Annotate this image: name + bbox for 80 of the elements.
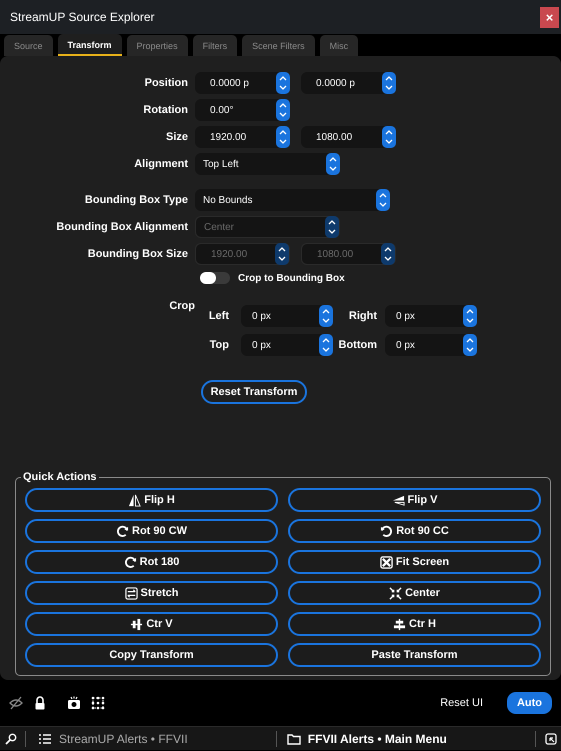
spin-field[interactable]: 0 px (241, 305, 333, 327)
spin-buttons[interactable] (382, 72, 396, 94)
spin-buttons[interactable] (382, 126, 396, 148)
field-label: Size (164, 131, 189, 143)
action-button[interactable]: Rot 90 CW (25, 519, 278, 543)
field-label: Bounding Box Size (86, 248, 189, 260)
action-button[interactable]: Paste Transform (288, 643, 541, 667)
field-label: Bottom (338, 339, 378, 351)
fit-screen-icon (380, 556, 393, 568)
tab[interactable]: Misc (320, 35, 358, 56)
action-button[interactable]: Fit Screen (288, 550, 541, 574)
mirror-triangles-icon (128, 494, 142, 506)
mirror-triangles-icon (392, 494, 405, 506)
reset-transform-button[interactable]: Reset Transform (201, 380, 307, 404)
tab[interactable]: Properties (126, 35, 188, 56)
eye-slash-icon[interactable] (9, 696, 23, 710)
crop-label: Crop (168, 300, 195, 314)
action-button[interactable]: Center (288, 581, 541, 605)
scene-collection-label: StreamUP Alerts • FFVII (59, 732, 188, 746)
action-button[interactable]: Stretch (25, 581, 278, 605)
spin-buttons[interactable] (326, 153, 340, 175)
tab[interactable]: Filters (192, 35, 238, 56)
field-label: Position (144, 77, 189, 89)
action-button[interactable]: Copy Transform (25, 643, 278, 667)
auto-button[interactable]: Auto (507, 692, 552, 714)
rotate-clockwise-icon (116, 524, 129, 538)
tab[interactable]: Transform (58, 34, 122, 56)
action-button[interactable]: Rot 180 (25, 550, 278, 574)
toggle-label: Crop to Bounding Box (238, 272, 345, 284)
spin-field[interactable]: 0 px (385, 334, 477, 356)
align-center-horizontal-icon (393, 618, 406, 630)
window-title: StreamUP Source Explorer (10, 10, 155, 24)
scene-label: FFVII Alerts • Main Menu (308, 732, 447, 746)
camera-icon[interactable] (67, 696, 81, 710)
action-button[interactable]: Flip H (25, 488, 278, 512)
field-label: Rotation (142, 104, 189, 116)
tab[interactable]: Scene Filters (242, 35, 315, 56)
stretch-icon (124, 586, 138, 600)
spin-field[interactable]: 0 px (385, 305, 477, 327)
grid-dots-icon[interactable] (91, 696, 105, 710)
spin-buttons[interactable] (463, 305, 477, 327)
spin-field[interactable]: 0.0000 p (195, 72, 290, 94)
center-arrows-icon (389, 586, 402, 600)
field-label: Top (208, 339, 230, 351)
spin-field[interactable]: 0.00° (195, 99, 290, 121)
group-title: Quick Actions (21, 471, 99, 483)
spin-field[interactable]: 1080.00 (301, 126, 396, 148)
action-button[interactable]: Rot 90 CC (288, 519, 541, 543)
spin-buttons[interactable] (319, 305, 333, 327)
folder-icon[interactable] (286, 732, 301, 744)
spin-buttons[interactable] (276, 72, 290, 94)
action-button[interactable]: Flip V (288, 488, 541, 512)
field-label: Bounding Box Alignment (55, 221, 189, 233)
rotate-counterclockwise-icon (380, 524, 394, 538)
lock-icon[interactable] (33, 696, 47, 710)
field-label: Left (208, 310, 230, 322)
field-label: Right (348, 310, 378, 322)
toggle-switch[interactable] (200, 272, 230, 284)
align-center-vertical-icon (130, 618, 144, 630)
spin-field[interactable]: 0 px (241, 334, 333, 356)
tab[interactable]: Source (4, 35, 53, 56)
spin-field[interactable]: 0.0000 p (301, 72, 396, 94)
spin-buttons[interactable] (276, 126, 290, 148)
spin-buttons[interactable] (319, 334, 333, 356)
field-label: Alignment (133, 158, 189, 170)
spin-buttons[interactable] (463, 334, 477, 356)
spin-buttons[interactable] (376, 189, 390, 211)
action-button[interactable]: Ctr H (288, 612, 541, 636)
list-icon[interactable] (39, 732, 51, 744)
rotate-clockwise-icon (124, 556, 137, 568)
window-icon[interactable] (544, 732, 557, 744)
close-button[interactable]: × (540, 6, 559, 28)
spin-field[interactable]: 1920.00 (195, 126, 290, 148)
action-button[interactable]: Ctr V (25, 612, 278, 636)
dropdown[interactable]: No Bounds (195, 189, 390, 211)
field-label: Bounding Box Type (84, 194, 189, 206)
spin-buttons[interactable] (276, 99, 290, 121)
dropdown[interactable]: Top Left (195, 153, 340, 175)
search-icon[interactable] (5, 732, 17, 744)
reset-ui-button[interactable]: Reset UI (434, 696, 489, 710)
